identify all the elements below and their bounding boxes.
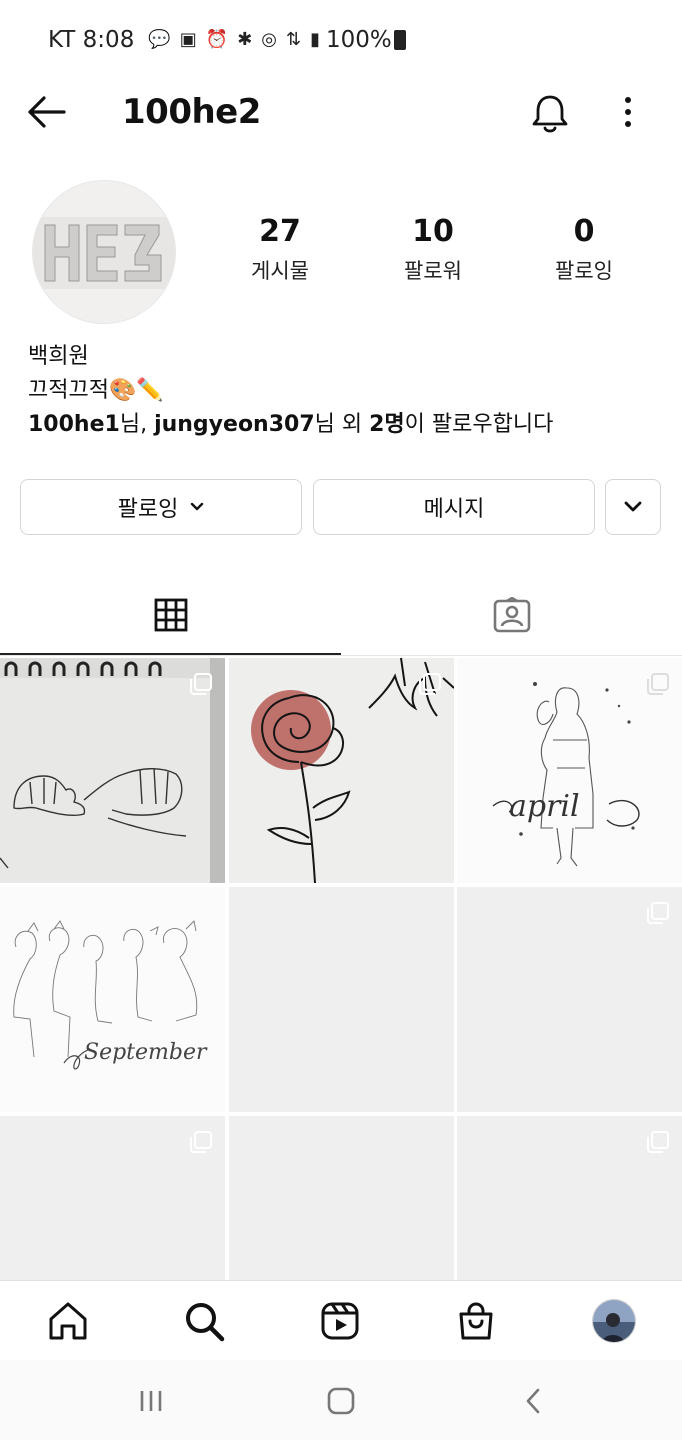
message-button-label: 메시지 xyxy=(423,497,485,522)
tagged-icon xyxy=(493,597,530,633)
posts-count[interactable]: 27 게시물 xyxy=(220,214,340,285)
post-thumbnail[interactable] xyxy=(457,1116,682,1280)
others-count[interactable]: 2명 xyxy=(369,412,405,437)
post-thumbnail[interactable] xyxy=(229,887,454,1112)
bottom-navigation xyxy=(0,1280,682,1360)
bluetooth-icon: ✱ xyxy=(237,29,253,50)
system-navigation-bar xyxy=(0,1360,682,1440)
nav-shop[interactable] xyxy=(454,1299,498,1343)
battery-saver-icon: ▣ xyxy=(179,29,197,50)
post-thumbnail[interactable] xyxy=(0,658,225,883)
bell-icon[interactable] xyxy=(530,92,570,134)
post-thumbnail[interactable] xyxy=(229,1116,454,1280)
more-options-icon[interactable] xyxy=(616,94,640,130)
followed-by-suffix: 이 팔로우합니다 xyxy=(404,412,554,437)
search-icon xyxy=(186,1303,225,1342)
clock: 8:08 xyxy=(82,27,135,53)
nav-reels[interactable] xyxy=(318,1299,362,1343)
follower-link[interactable]: 100he1 xyxy=(28,412,120,437)
post-image: September xyxy=(0,887,225,1112)
back-button[interactable] xyxy=(513,1384,553,1418)
status-bar: KT 8:08 💬 ▣ ⏰ ✱ ◎ ⇅ ▮ 100% xyxy=(0,0,682,80)
post-thumbnail[interactable] xyxy=(457,887,682,1112)
post-thumbnail[interactable]: april xyxy=(457,658,682,883)
avatar-image xyxy=(33,181,175,323)
bio-text: 끄적끄적🎨✏️ xyxy=(28,378,164,403)
followers-count[interactable]: 10 팔로워 xyxy=(373,214,493,285)
followed-by-text[interactable]: 100he1님, jungyeon307님 외 2명이 팔로우합니다 xyxy=(28,408,553,442)
posts-grid: april September xyxy=(0,658,682,1280)
multiple-photos-icon xyxy=(190,1131,212,1153)
post-caption-art: September xyxy=(84,1040,208,1065)
multiple-photos-icon xyxy=(647,673,669,695)
multiple-photos-icon xyxy=(190,673,212,695)
following-button[interactable]: 팔로잉 xyxy=(20,479,302,535)
reels-icon xyxy=(321,1302,359,1340)
profile-header: 100he2 xyxy=(0,80,682,146)
multiple-photos-icon xyxy=(647,902,669,924)
suggested-users-button[interactable] xyxy=(605,479,661,535)
profile-tabs xyxy=(0,576,682,656)
battery-icon xyxy=(393,30,406,50)
battery-percent: 100% xyxy=(326,27,392,53)
page-title: 100he2 xyxy=(122,92,261,132)
followed-by-sep: 님 외 xyxy=(314,412,370,437)
post-thumbnail[interactable] xyxy=(0,1116,225,1280)
home-button[interactable] xyxy=(321,1384,361,1418)
following-count[interactable]: 0 팔로잉 xyxy=(524,214,644,285)
recent-apps-icon xyxy=(140,1391,162,1411)
stat-label: 팔로워 xyxy=(404,259,462,283)
status-icons: 💬 ▣ ⏰ ✱ ◎ ⇅ ▮ xyxy=(148,31,320,49)
message-button[interactable]: 메시지 xyxy=(313,479,595,535)
profile-name: 백희원 xyxy=(28,344,89,369)
chevron-left-icon xyxy=(526,1388,540,1414)
grid-icon xyxy=(154,598,187,632)
signal-icon: ▮ xyxy=(310,29,320,50)
home-icon xyxy=(49,1302,87,1340)
post-thumbnail[interactable] xyxy=(229,658,454,883)
alarm-icon: ⏰ xyxy=(205,29,229,50)
stat-label: 게시물 xyxy=(251,259,309,283)
post-caption-art: april xyxy=(509,789,580,824)
talk-icon: 💬 xyxy=(148,29,171,50)
lte-icon: ⇅ xyxy=(286,29,302,50)
profile-bio: 백희원 끄적끄적🎨✏️ 100he1님, jungyeon307님 외 2명이 … xyxy=(28,340,553,442)
profile-avatar[interactable] xyxy=(32,180,176,324)
recent-apps-button[interactable] xyxy=(131,1384,171,1418)
hotspot-icon: ◎ xyxy=(261,29,277,50)
follower-link[interactable]: jungyeon307 xyxy=(154,412,315,437)
stat-value: 0 xyxy=(573,214,595,249)
tab-posts-grid[interactable] xyxy=(0,576,341,655)
nav-profile-avatar[interactable] xyxy=(592,1299,636,1343)
carrier-label: KT xyxy=(48,27,76,53)
tab-tagged[interactable] xyxy=(341,576,682,654)
followed-by-sep: 님, xyxy=(119,412,155,437)
chevron-down-icon xyxy=(191,502,204,511)
chevron-down-icon xyxy=(624,501,642,512)
avatar-image xyxy=(593,1300,635,1342)
multiple-photos-icon xyxy=(419,673,441,695)
multiple-photos-icon xyxy=(647,1131,669,1153)
stat-value: 10 xyxy=(412,214,454,249)
stat-value: 27 xyxy=(259,214,301,249)
following-button-label: 팔로잉 xyxy=(117,497,179,522)
post-thumbnail[interactable]: September xyxy=(0,887,225,1112)
nav-search[interactable] xyxy=(182,1299,226,1343)
shop-bag-icon xyxy=(459,1302,493,1340)
home-square-icon xyxy=(327,1387,355,1415)
stat-label: 팔로잉 xyxy=(555,259,613,283)
back-arrow-icon[interactable] xyxy=(26,94,66,130)
nav-home[interactable] xyxy=(46,1299,90,1343)
